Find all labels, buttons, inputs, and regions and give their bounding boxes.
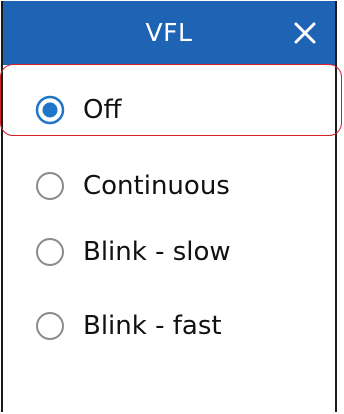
vfl-dialog: VFL Off Continuous Blink - slow Blink - <box>1 1 337 412</box>
close-button[interactable] <box>291 19 319 47</box>
radio-selected-icon[interactable] <box>35 95 65 125</box>
option-label: Blink - fast <box>83 311 222 341</box>
option-label: Continuous <box>83 171 230 201</box>
radio-unselected-icon[interactable] <box>35 171 65 201</box>
dialog-header: VFL <box>3 1 335 65</box>
option-label: Off <box>83 95 122 125</box>
dialog-title: VFL <box>145 18 193 47</box>
option-label: Blink - slow <box>83 237 231 267</box>
radio-unselected-icon[interactable] <box>35 237 65 267</box>
option-blink-slow[interactable]: Blink - slow <box>3 223 335 281</box>
close-icon <box>294 22 316 44</box>
option-off[interactable]: Off <box>3 81 335 139</box>
option-continuous[interactable]: Continuous <box>3 157 335 215</box>
radio-unselected-icon[interactable] <box>35 311 65 341</box>
option-blink-fast[interactable]: Blink - fast <box>3 297 335 355</box>
